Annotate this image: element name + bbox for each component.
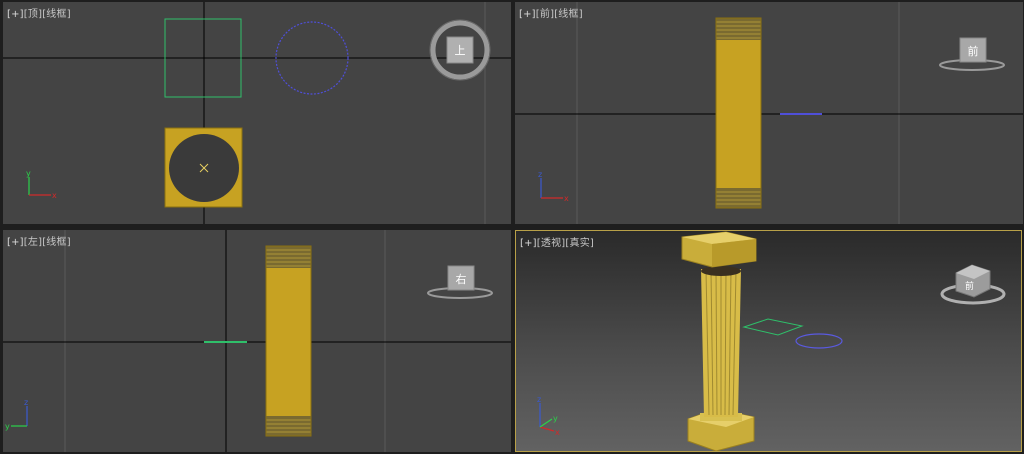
viewport-name[interactable]: [左] (24, 237, 42, 248)
viewcube-icon[interactable]: 前 (939, 37, 1005, 71)
rectangle-shape[interactable] (742, 318, 804, 336)
column-perspective-view[interactable] (681, 231, 757, 451)
column-top-view[interactable] (164, 127, 243, 208)
svg-text:上: 上 (455, 44, 466, 57)
svg-text:x: x (555, 428, 560, 437)
svg-text:前: 前 (968, 44, 979, 58)
viewport-name[interactable]: [前] (536, 9, 554, 20)
svg-text:y: y (26, 169, 31, 178)
axis-tripod-icon: z y (5, 398, 28, 431)
svg-text:z: z (537, 395, 541, 404)
viewport-menu-button[interactable]: [+] (520, 238, 537, 249)
svg-text:y: y (553, 414, 558, 423)
axis-tripod-icon: y x (26, 169, 57, 200)
svg-text:x: x (564, 194, 569, 203)
viewport-label-left: [+][左][线框] (7, 233, 71, 248)
circle-shape[interactable] (795, 333, 843, 349)
viewport-menu-button[interactable]: [+] (7, 237, 24, 248)
viewport-menu-button[interactable]: [+] (7, 9, 24, 20)
viewcube-icon[interactable]: 右 (427, 265, 493, 299)
column-left-view[interactable] (265, 245, 312, 437)
viewport-perspective[interactable]: 前 z x y [+][透视][真实] (515, 230, 1022, 452)
axis-tripod-icon: z x (538, 170, 569, 203)
viewport-label-front: [+][前][线框] (519, 5, 583, 20)
svg-text:x: x (52, 191, 57, 200)
svg-text:z: z (24, 398, 28, 407)
viewcube-icon[interactable]: 上 (429, 19, 491, 81)
viewport-shading-mode[interactable]: [线框] (42, 237, 71, 248)
viewport-front-canvas[interactable]: 前 z x (515, 2, 1023, 224)
axis-tripod-icon: z x y (537, 395, 560, 437)
viewport-label-perspective: [+][透视][真实] (520, 234, 594, 249)
viewport-label-top: [+][顶][线框] (7, 5, 71, 20)
viewport-top-canvas[interactable]: 上 y x (3, 2, 511, 224)
svg-text:y: y (5, 422, 10, 431)
column-front-view[interactable] (715, 17, 762, 209)
viewport-front[interactable]: 前 z x [+][前][线框] (515, 2, 1023, 224)
viewport-menu-button[interactable]: [+] (519, 9, 536, 20)
viewport-shading-mode[interactable]: [线框] (42, 9, 71, 20)
viewport-name[interactable]: [透视] (537, 238, 566, 249)
svg-text:右: 右 (456, 272, 467, 286)
svg-text:前: 前 (965, 280, 974, 292)
viewport-shading-mode[interactable]: [真实] (565, 238, 594, 249)
viewport-name[interactable]: [顶] (24, 9, 42, 20)
viewport-top[interactable]: 上 y x [+][顶][线框] (3, 2, 511, 224)
viewport-left[interactable]: 右 z y [+][左][线框] (3, 230, 511, 452)
viewport-perspective-canvas[interactable]: 前 z x y (516, 231, 1022, 452)
viewport-shading-mode[interactable]: [线框] (554, 9, 583, 20)
svg-text:z: z (538, 170, 542, 179)
viewcube-icon[interactable]: 前 (940, 264, 1006, 305)
viewport-left-canvas[interactable]: 右 z y (3, 230, 511, 452)
